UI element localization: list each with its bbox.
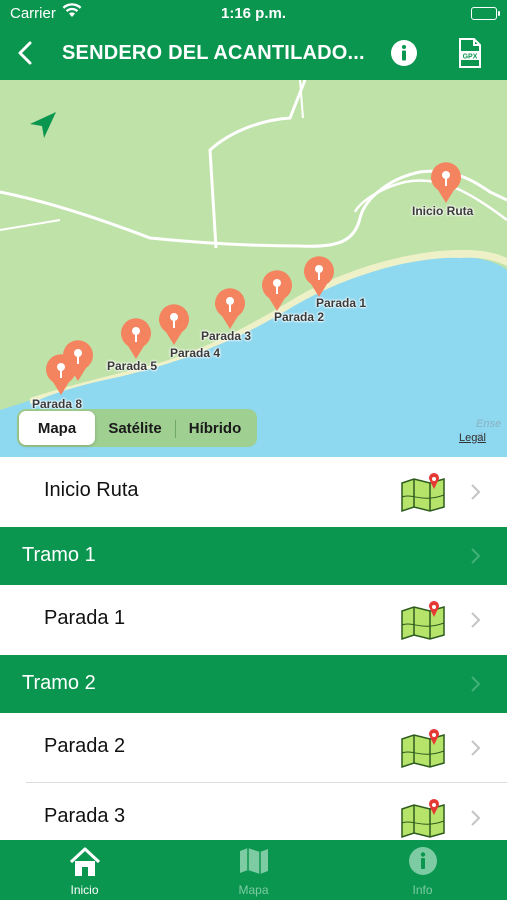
- pin-label: Parada 1: [316, 296, 367, 310]
- location-arrow-icon[interactable]: [26, 110, 58, 142]
- section-header[interactable]: Tramo 1: [0, 527, 507, 585]
- map-pin-inicio[interactable]: [429, 160, 463, 204]
- chevron-right-icon: [471, 676, 481, 692]
- route-list: Inicio Ruta Tramo 1 Parada 1 Tramo 2 Par…: [0, 457, 507, 840]
- gpx-download-button[interactable]: GPX: [456, 37, 484, 69]
- tab-label: Mapa: [238, 883, 269, 897]
- clock: 1:16 p.m.: [220, 5, 287, 22]
- map-pin-parada-8[interactable]: [44, 352, 78, 396]
- list-item[interactable]: Inicio Ruta: [0, 457, 507, 527]
- map-type-hibrido[interactable]: Híbrido: [175, 411, 255, 445]
- map-pin-parada-4[interactable]: [157, 302, 191, 346]
- map-pin-parada-2[interactable]: [260, 268, 294, 312]
- pin-label: Parada 5: [107, 359, 158, 373]
- home-icon: [69, 847, 100, 876]
- list-item[interactable]: Parada 3: [0, 783, 507, 840]
- list-item-label: Parada 2: [44, 735, 126, 757]
- map-marker-icon: [400, 473, 446, 513]
- map-pin-parada-5[interactable]: [119, 316, 153, 360]
- section-label: Tramo 2: [22, 672, 96, 694]
- list-item-label: Parada 3: [44, 805, 126, 827]
- status-bar: Carrier 1:16 p.m.: [0, 0, 507, 28]
- info-icon: [391, 40, 417, 66]
- map-marker-icon: [400, 799, 446, 839]
- map-type-selector: Mapa Satélite Híbrido: [17, 409, 257, 447]
- chevron-right-icon: [471, 612, 481, 628]
- battery-icon: [471, 7, 500, 20]
- section-header[interactable]: Tramo 2: [0, 655, 507, 713]
- gpx-file-icon: GPX: [459, 38, 481, 68]
- pin-label: Parada 2: [274, 310, 325, 324]
- map-view[interactable]: Inicio Ruta Parada 1 Parada 2 Parada 3 P…: [0, 80, 507, 457]
- info-button[interactable]: [390, 39, 418, 67]
- map-pin-parada-1[interactable]: [302, 254, 336, 298]
- tab-label: Inicio: [70, 883, 99, 897]
- info-icon: [408, 847, 437, 875]
- chevron-left-icon: [18, 41, 32, 65]
- map-icon: [239, 848, 268, 874]
- list-item-label: Inicio Ruta: [44, 479, 139, 501]
- chevron-right-icon: [471, 740, 481, 756]
- list-item-label: Parada 1: [44, 607, 126, 629]
- page-title: SENDERO DEL ACANTILADO...: [62, 42, 365, 64]
- chevron-right-icon: [471, 548, 481, 564]
- map-type-mapa[interactable]: Mapa: [19, 411, 95, 445]
- legal-link[interactable]: Legal: [459, 432, 486, 444]
- pin-label: Parada 4: [170, 346, 221, 360]
- list-item[interactable]: Parada 1: [0, 585, 507, 655]
- pin-label: Parada 3: [201, 329, 252, 343]
- tab-label: Info: [412, 883, 433, 897]
- tab-inicio[interactable]: Inicio: [0, 840, 169, 900]
- tab-info[interactable]: Info: [338, 840, 507, 900]
- svg-text:GPX: GPX: [463, 54, 478, 61]
- chevron-right-icon: [471, 484, 481, 500]
- map-marker-icon: [400, 729, 446, 769]
- tab-mapa[interactable]: Mapa: [169, 840, 338, 900]
- chevron-right-icon: [471, 810, 481, 826]
- navigation-bar: SENDERO DEL ACANTILADO... GPX: [0, 28, 507, 80]
- map-type-satelite[interactable]: Satélite: [95, 411, 175, 445]
- map-pin-parada-3[interactable]: [213, 286, 247, 330]
- back-button[interactable]: [12, 38, 40, 68]
- list-item[interactable]: Parada 2: [0, 713, 507, 783]
- tab-bar: Inicio Mapa Info: [0, 840, 507, 900]
- map-marker-icon: [400, 601, 446, 641]
- section-label: Tramo 1: [22, 544, 96, 566]
- pin-label: Inicio Ruta: [412, 204, 474, 218]
